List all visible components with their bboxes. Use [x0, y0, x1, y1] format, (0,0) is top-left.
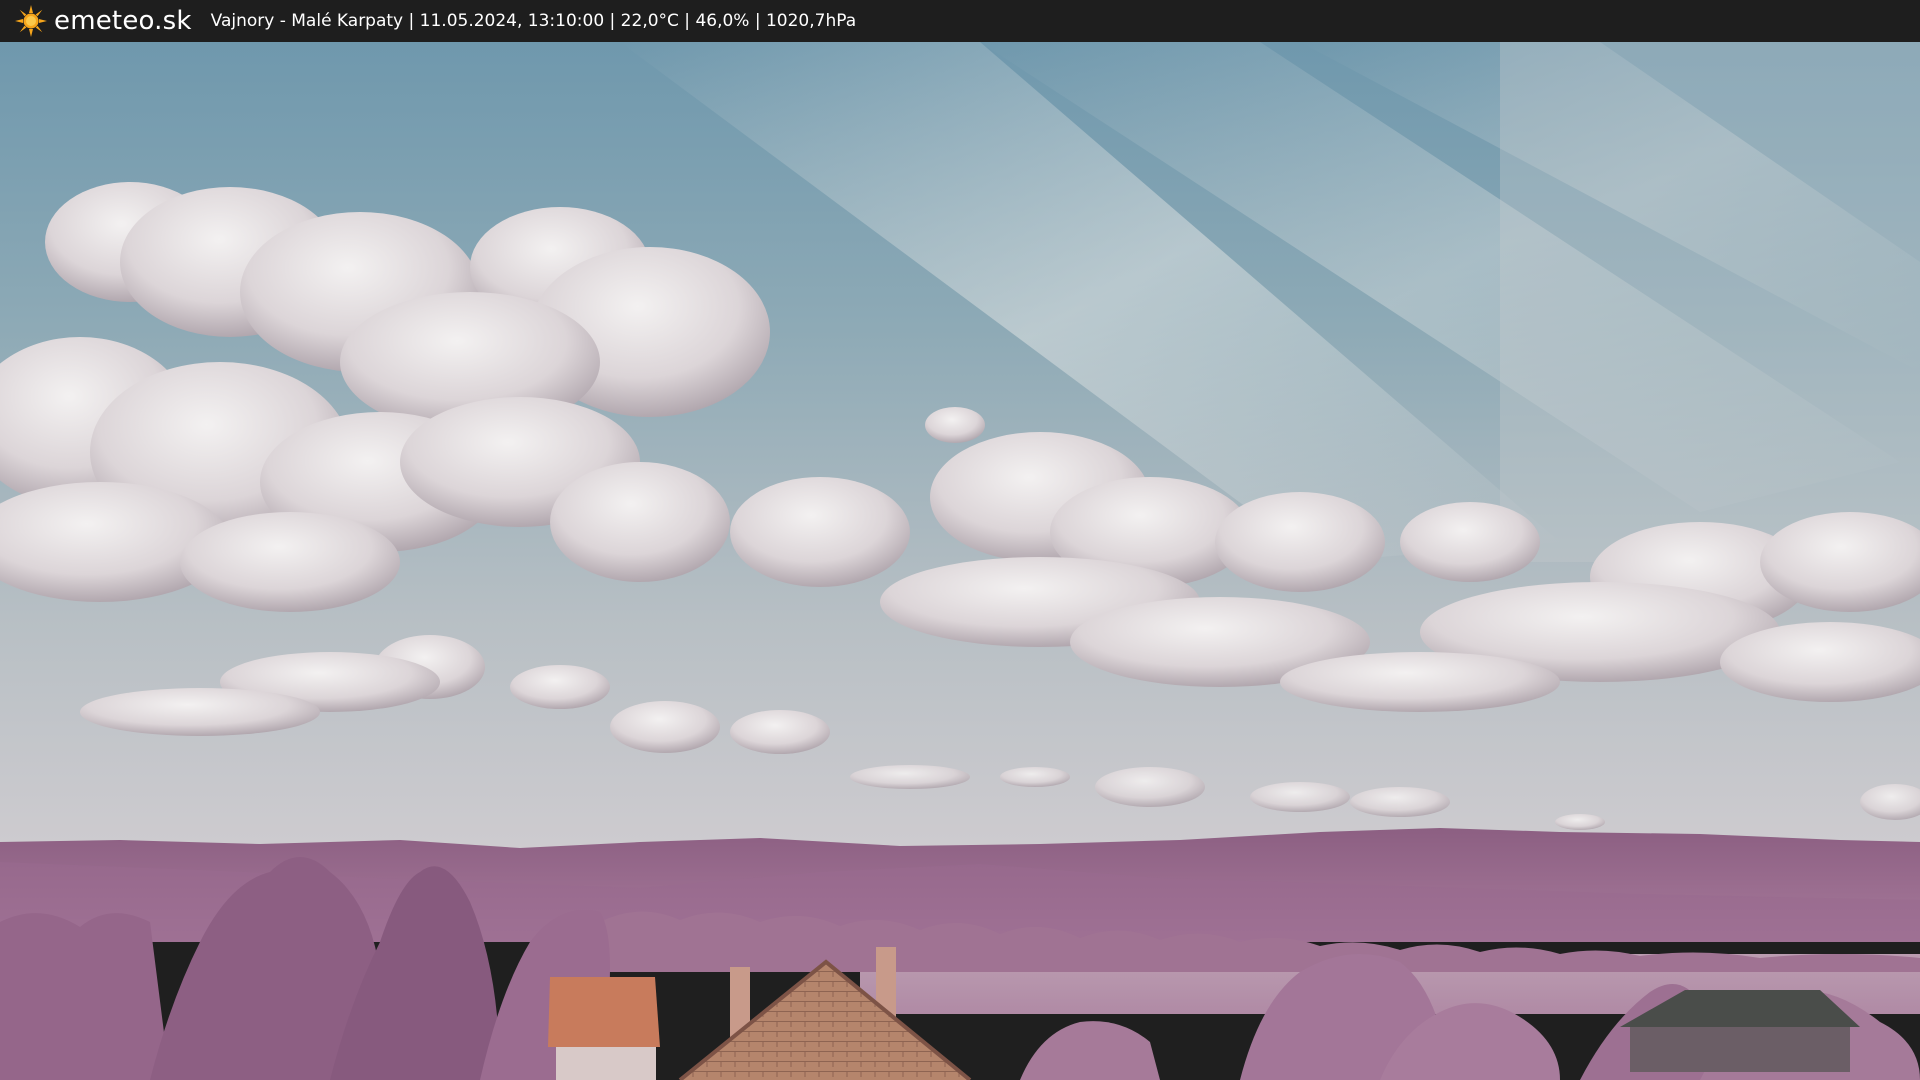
webcam-page: emeteo.sk Vajnory - Malé Karpaty | 11.05… [0, 0, 1920, 1080]
sun-icon [15, 5, 47, 37]
house-roof-left [548, 977, 660, 1080]
webcam-image [0, 42, 1920, 1080]
brand-logo[interactable]: emeteo.sk [14, 4, 192, 38]
top-bar: emeteo.sk Vajnory - Malé Karpaty | 11.05… [0, 0, 1920, 42]
station-status-text: Vajnory - Malé Karpaty | 11.05.2024, 13:… [210, 11, 857, 31]
logo-text[interactable]: emeteo.sk [54, 6, 192, 36]
